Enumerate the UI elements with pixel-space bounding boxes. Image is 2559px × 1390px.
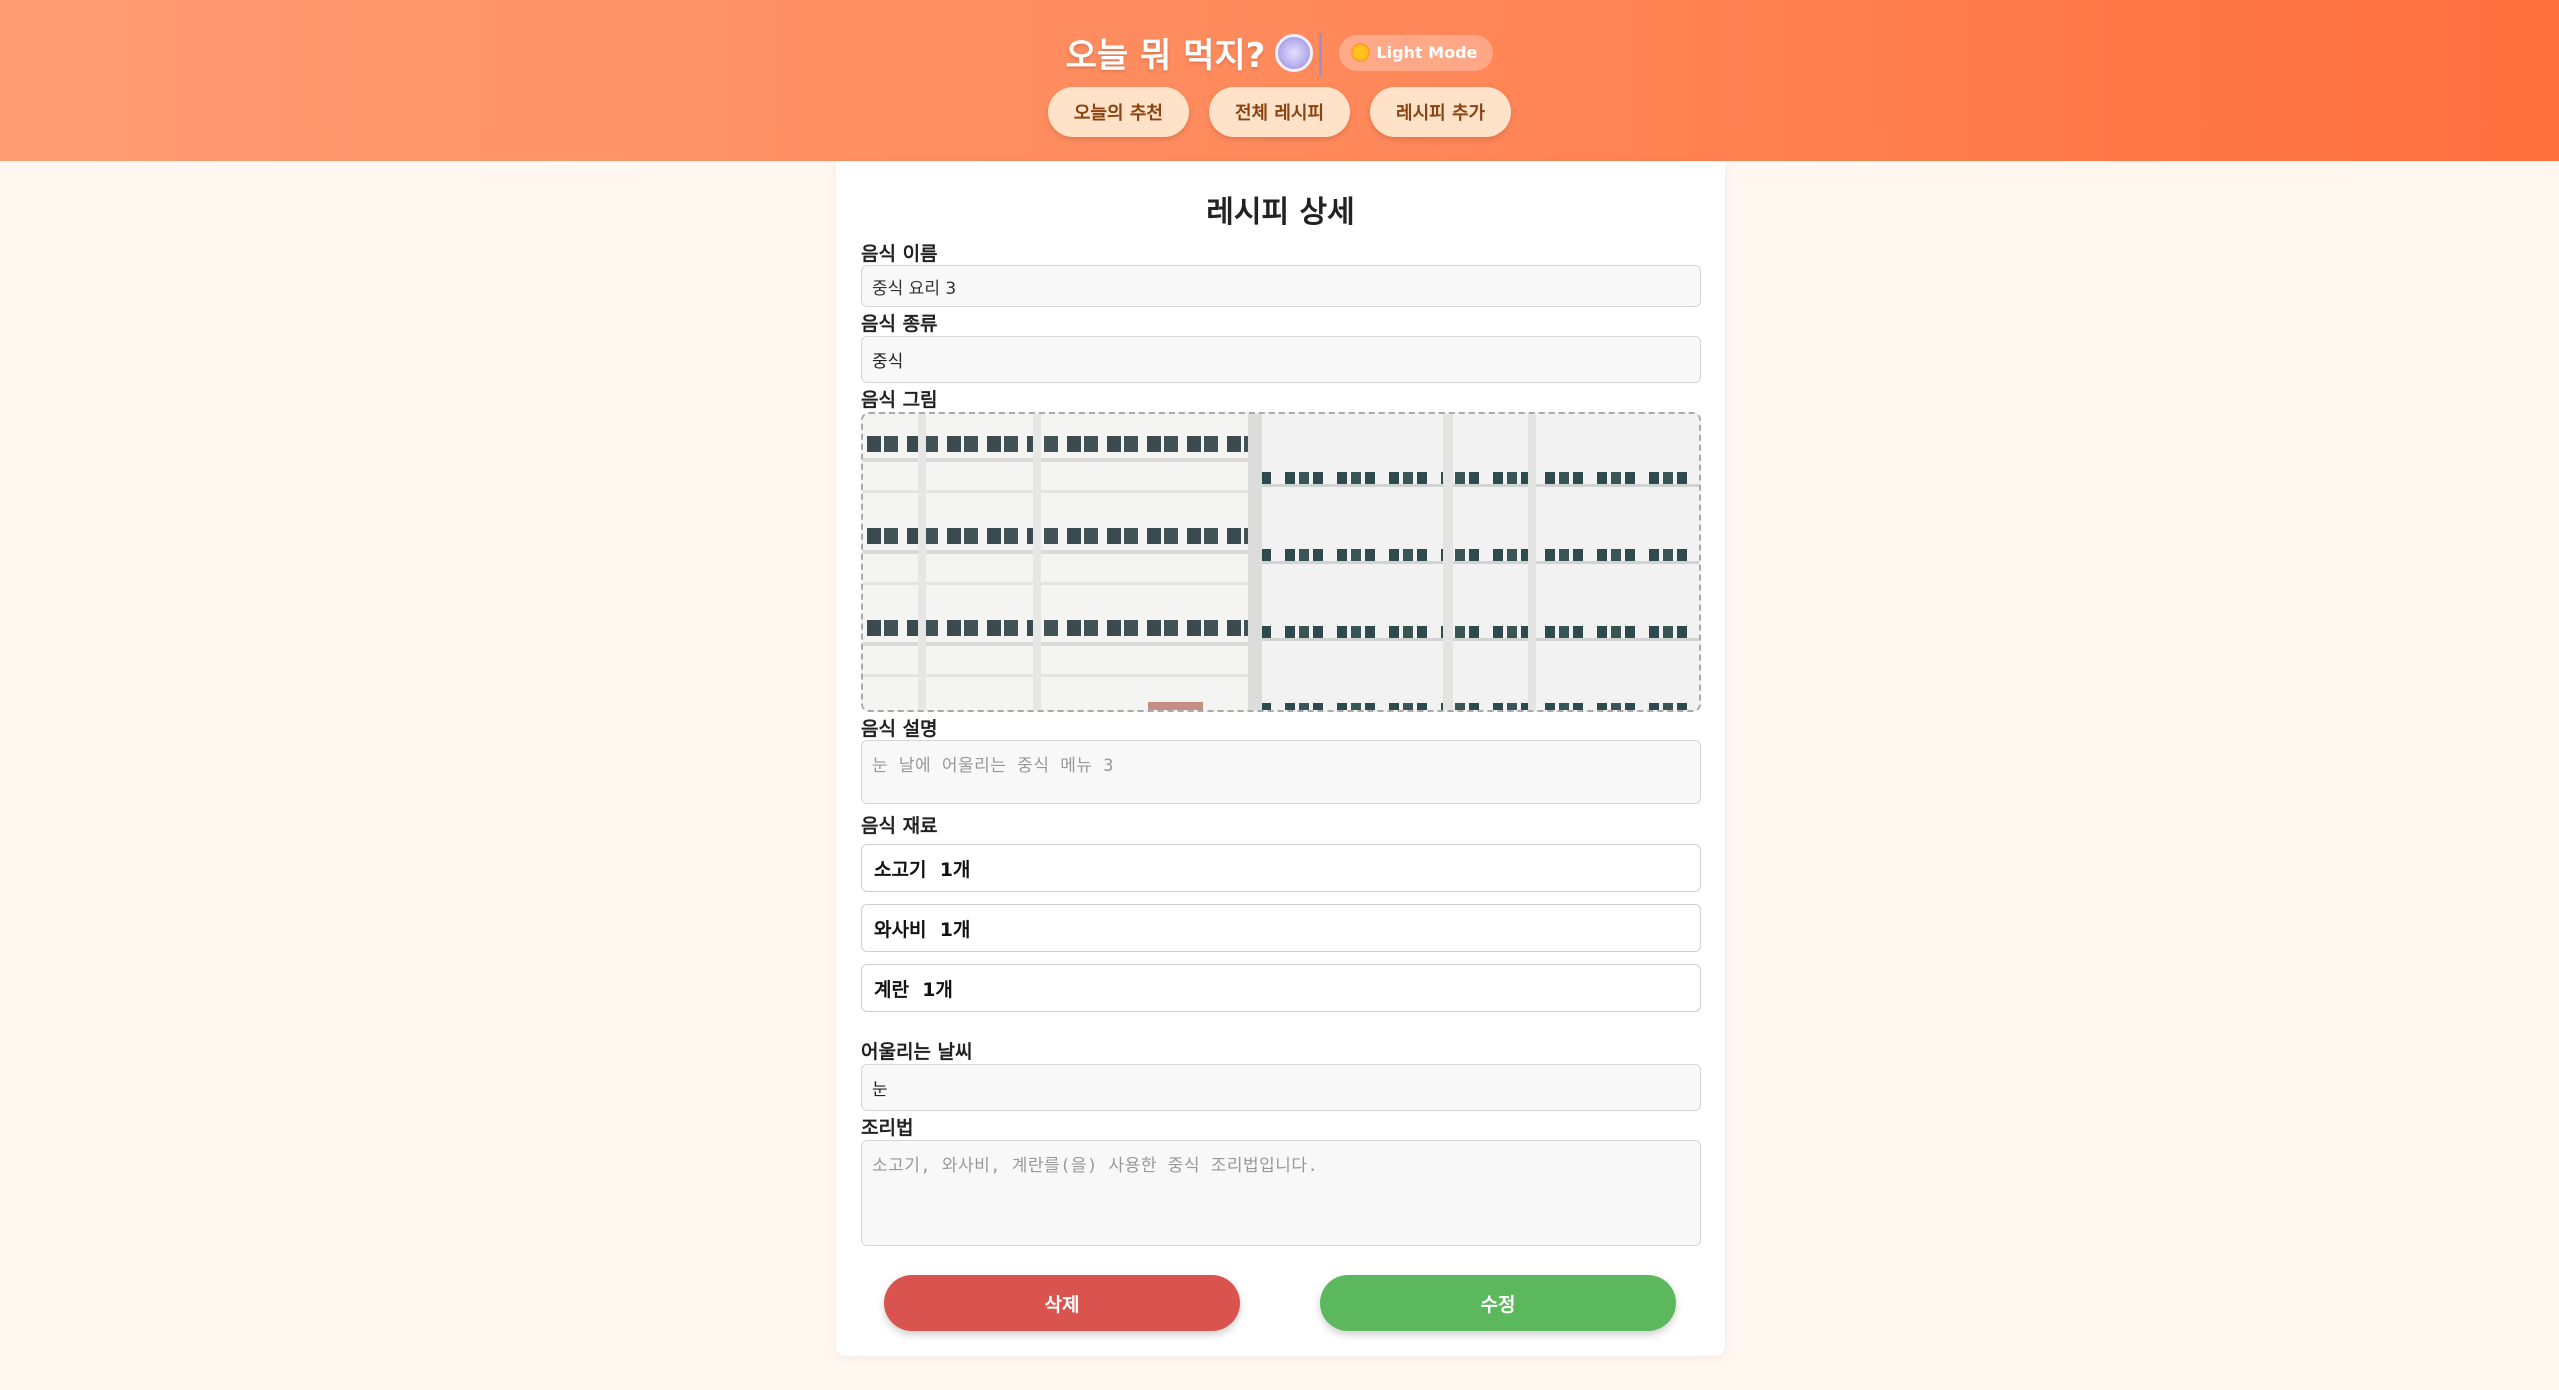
ingredient-row[interactable]: 계란 1개	[861, 964, 1701, 1012]
main-nav: 오늘의 추천 전체 레시피 레시피 추가	[0, 87, 2559, 137]
name-field[interactable]: 중식 요리 3	[861, 265, 1701, 307]
plate-icon	[1275, 32, 1323, 77]
image-label: 음식 그림	[861, 389, 938, 411]
mode-toggle-label: Light Mode	[1376, 43, 1478, 62]
type-field[interactable]: 중식	[861, 336, 1701, 383]
delete-button[interactable]: 삭제	[884, 1275, 1240, 1331]
weather-field[interactable]: 눈	[861, 1064, 1701, 1111]
ingredient-name: 계란	[874, 978, 909, 1001]
title-row: 오늘 뭐 먹지? Light Mode	[0, 28, 2559, 77]
nav-all-recipes[interactable]: 전체 레시피	[1208, 87, 1351, 137]
ingredient-amount: 1개	[939, 918, 971, 941]
recipe-label: 조리법	[861, 1117, 914, 1139]
recipe-textarea[interactable]: 소고기, 와사비, 계란를(을) 사용한 중식 조리법입니다.	[861, 1140, 1701, 1246]
sun-icon	[1353, 45, 1369, 60]
page-title: 레시피 상세	[1206, 195, 1355, 230]
app-title: 오늘 뭐 먹지?	[1065, 36, 1266, 76]
ingredient-name: 소고기	[874, 858, 927, 881]
app-header: 오늘 뭐 먹지? Light Mode 오늘의 추천 전체 레시피 레시피 추가	[0, 0, 2559, 161]
type-label: 음식 종류	[861, 313, 938, 335]
ingredients-label: 음식 재료	[861, 815, 938, 837]
recipe-detail-card: 레시피 상세 음식 이름 중식 요리 3 음식 종류 중식 음식 그림 음식 설…	[836, 161, 1725, 1356]
food-image-dropzone[interactable]	[861, 412, 1701, 712]
ingredient-amount: 1개	[922, 978, 953, 1001]
name-label: 음식 이름	[861, 243, 938, 265]
ingredient-row[interactable]: 와사비 1개	[861, 904, 1701, 952]
nav-add-recipe[interactable]: 레시피 추가	[1370, 87, 1512, 137]
food-image	[863, 414, 1699, 710]
ingredient-amount: 1개	[939, 858, 971, 881]
description-textarea[interactable]: 눈 날에 어울리는 중식 메뉴 3	[861, 740, 1701, 804]
ingredient-row[interactable]: 소고기 1개	[861, 844, 1701, 892]
ingredient-name: 와사비	[874, 918, 927, 941]
mode-toggle-button[interactable]: Light Mode	[1339, 34, 1494, 71]
description-label: 음식 설명	[861, 718, 938, 740]
nav-today-recommendation[interactable]: 오늘의 추천	[1047, 87, 1189, 137]
weather-label: 어울리는 날씨	[861, 1041, 973, 1063]
edit-button[interactable]: 수정	[1320, 1275, 1676, 1331]
